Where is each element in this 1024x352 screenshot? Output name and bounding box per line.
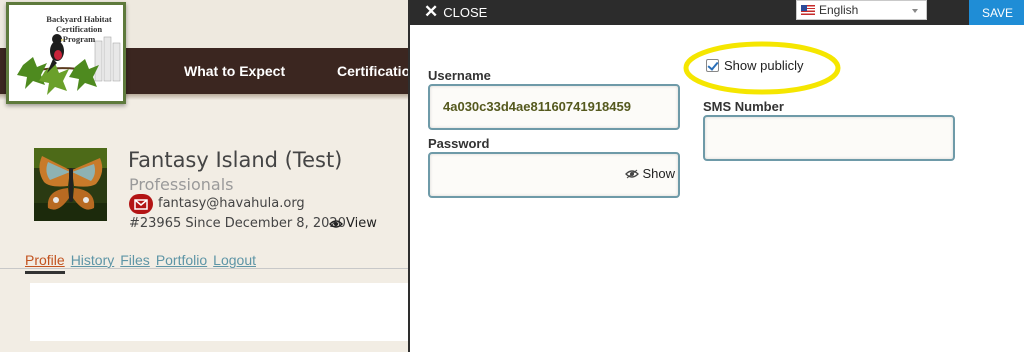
show-publicly-checkbox[interactable] bbox=[706, 59, 719, 72]
language-value: English bbox=[819, 3, 859, 17]
profile-photo-butterfly bbox=[34, 148, 107, 221]
tabs-divider bbox=[0, 268, 410, 269]
view-profile-link[interactable]: View bbox=[329, 216, 377, 231]
close-icon: ✕ bbox=[424, 2, 439, 21]
site-logo[interactable]: Backyard Habitat Certification Program bbox=[6, 2, 126, 104]
show-publicly-toggle[interactable]: Show publicly bbox=[706, 58, 804, 73]
tab-portfolio[interactable]: Portfolio bbox=[156, 252, 207, 268]
modal-header bbox=[410, 0, 1024, 25]
close-button[interactable]: ✕ CLOSE bbox=[424, 2, 488, 21]
profile-name: Fantasy Island (Test) bbox=[128, 148, 343, 172]
tab-profile[interactable]: Profile bbox=[25, 252, 65, 268]
us-flag-icon bbox=[801, 5, 815, 15]
logo-text: Backyard Habitat Certification Program bbox=[31, 14, 127, 44]
profile-tabs: Profile History Files Portfolio Logout bbox=[25, 252, 256, 268]
logo-line-2: Certification bbox=[55, 24, 103, 34]
profile-role: Professionals bbox=[129, 175, 234, 194]
eye-icon bbox=[329, 219, 343, 228]
nav-what-to-expect[interactable]: What to Expect bbox=[184, 63, 285, 79]
show-publicly-label: Show publicly bbox=[724, 58, 804, 73]
username-field[interactable]: 4a030c33d4ae81160741918459 bbox=[428, 84, 680, 130]
sms-number-label: SMS Number bbox=[703, 99, 784, 114]
nav-certification[interactable]: Certification bbox=[337, 63, 410, 79]
show-password-toggle[interactable]: Show bbox=[625, 166, 675, 181]
language-select[interactable]: English bbox=[796, 0, 927, 20]
username-label: Username bbox=[428, 68, 491, 83]
logo-line-3: Program bbox=[62, 34, 96, 44]
tab-files[interactable]: Files bbox=[120, 252, 150, 268]
mail-icon[interactable] bbox=[129, 194, 153, 214]
tab-history[interactable]: History bbox=[71, 252, 115, 268]
chevron-down-icon bbox=[912, 9, 918, 13]
edit-account-modal: ✕ CLOSE English SAVE Username 4a030c33d4… bbox=[408, 0, 1024, 352]
password-field[interactable]: Show bbox=[428, 152, 680, 198]
password-label: Password bbox=[428, 136, 490, 151]
save-button[interactable]: SAVE bbox=[969, 0, 1024, 25]
member-since: #23965 Since December 8, 2020 bbox=[129, 216, 346, 231]
show-password-label: Show bbox=[642, 166, 675, 181]
active-tab-indicator bbox=[25, 271, 65, 274]
view-label: View bbox=[346, 216, 377, 231]
eye-icon bbox=[625, 169, 640, 178]
logo-line-1: Backyard Habitat bbox=[46, 14, 112, 24]
tab-logout[interactable]: Logout bbox=[213, 252, 256, 268]
close-label: CLOSE bbox=[443, 4, 488, 20]
profile-content-panel bbox=[30, 283, 410, 341]
sms-number-field[interactable] bbox=[703, 115, 955, 161]
profile-email[interactable]: fantasy@havahula.org bbox=[158, 196, 305, 211]
